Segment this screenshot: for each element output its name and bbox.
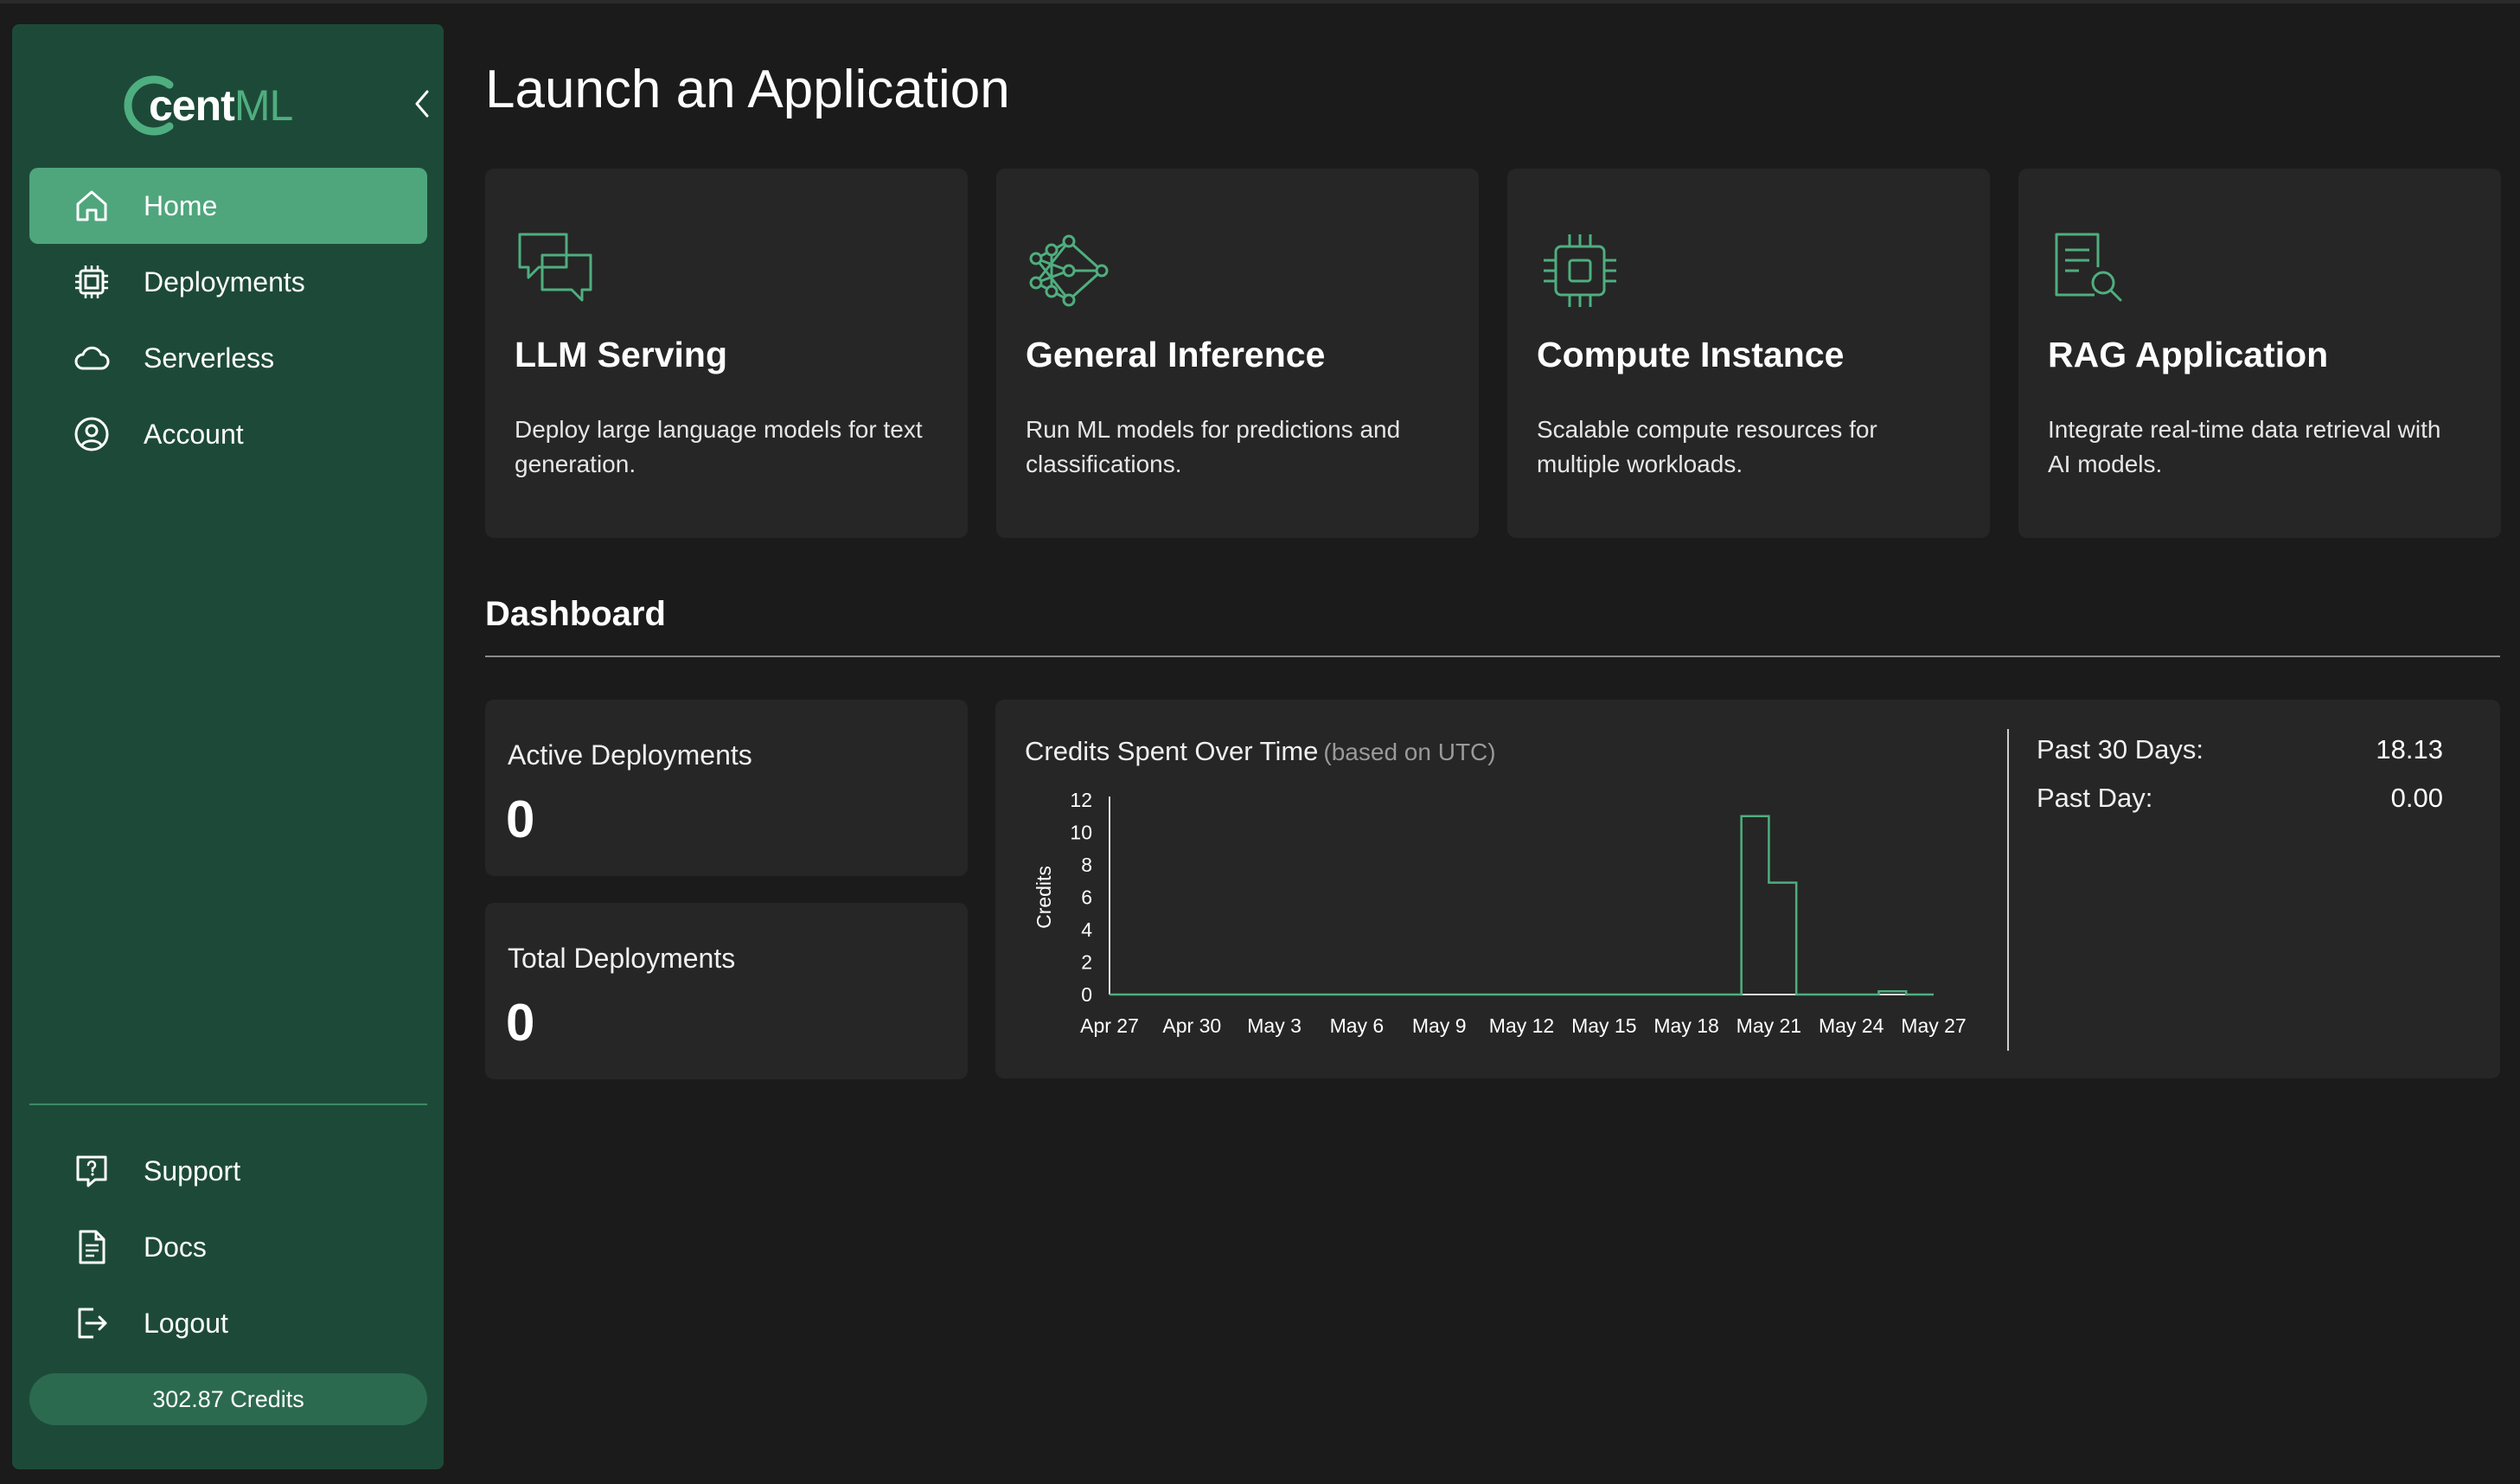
stat-label: Total Deployments	[508, 943, 736, 974]
chip-icon	[73, 263, 111, 301]
nav-label-home: Home	[144, 189, 218, 221]
x-tick-label: May 6	[1330, 1014, 1385, 1037]
page-title: Launch an Application	[485, 60, 1010, 119]
cloud-icon	[73, 339, 111, 377]
summary-value: 18.13	[2376, 734, 2443, 764]
chevron-left-icon	[415, 90, 429, 118]
x-tick-label: May 12	[1489, 1014, 1554, 1037]
card-title: RAG Application	[2048, 335, 2329, 374]
summary-label: Past 30 Days:	[2037, 734, 2203, 764]
document-search-icon	[2055, 233, 2122, 302]
nav-item-account[interactable]: Account	[29, 396, 427, 472]
credits-chart[interactable]: 0 2 4 6 8 10 12 Apr 27 Apr 30 May 3 May 6 May 9 May …	[995, 700, 2007, 1078]
y-tick-label: 8	[1081, 854, 1092, 876]
window-top-border	[0, 0, 2520, 3]
x-tick-label: May 18	[1653, 1014, 1718, 1037]
card-general-inference[interactable]: General Inference Run ML models for pred…	[996, 169, 1479, 538]
neural-network-icon	[1029, 234, 1109, 307]
application-cards: LLM Serving Deploy large language models…	[485, 169, 2501, 538]
nav-label-logout: Logout	[144, 1307, 228, 1339]
nav-item-serverless[interactable]: Serverless	[29, 320, 427, 396]
nav-label-serverless: Serverless	[144, 342, 275, 374]
nav-item-deployments[interactable]: Deployments	[29, 244, 427, 320]
x-tick-label: May 9	[1412, 1014, 1467, 1037]
chat-bubbles-icon	[518, 233, 592, 302]
x-tick-label: Apr 30	[1162, 1014, 1221, 1037]
nav-item-logout[interactable]: Logout	[29, 1285, 427, 1361]
total-deployments-card: Total Deployments 0	[485, 903, 968, 1079]
x-tick-label: May 3	[1247, 1014, 1302, 1037]
y-tick-label: 12	[1070, 789, 1092, 811]
centml-logo[interactable]: centML	[118, 62, 293, 149]
y-tick-label: 10	[1070, 822, 1092, 844]
user-circle-icon	[73, 415, 111, 453]
active-deployments-card: Active Deployments 0	[485, 700, 968, 876]
nav-label-support: Support	[144, 1155, 241, 1187]
summary-label: Past Day:	[2037, 783, 2153, 813]
stat-value: 0	[506, 790, 535, 848]
card-description: Deploy large language models for text ge…	[515, 416, 923, 477]
y-axis-label: Credits	[1033, 866, 1055, 929]
card-description: Scalable compute resources for multiple …	[1537, 416, 1877, 477]
card-description: Run ML models for predictions and classi…	[1026, 416, 1401, 477]
card-rag-application[interactable]: RAG Application Integrate real-time data…	[2018, 169, 2501, 538]
y-tick-label: 2	[1081, 951, 1092, 974]
x-tick-label: May 24	[1819, 1014, 1884, 1037]
card-title: General Inference	[1026, 335, 1326, 374]
dashboard-title: Dashboard	[485, 595, 666, 633]
primary-nav: Home Deployments Serverless Account	[29, 168, 427, 472]
summary-past-30-days: Past 30 Days: 18.13	[2037, 734, 2443, 765]
nav-label-docs: Docs	[144, 1231, 207, 1263]
x-tick-label: Apr 27	[1080, 1014, 1139, 1037]
nav-item-docs[interactable]: Docs	[29, 1209, 427, 1285]
credits-chart-card: Credits Spent Over Time (based on UTC) 02…	[995, 700, 2500, 1078]
x-tick-label: May 21	[1736, 1014, 1801, 1037]
x-tick-label: May 27	[1901, 1014, 1966, 1037]
logo-text-ml: ML	[233, 81, 293, 130]
stat-value: 0	[506, 994, 535, 1052]
y-tick-label: 6	[1081, 886, 1092, 909]
nav-item-support[interactable]: Support	[29, 1133, 427, 1209]
collapse-sidebar-button[interactable]	[405, 80, 439, 128]
chart-summary-separator	[2007, 729, 2009, 1051]
nav-label-deployments: Deployments	[144, 265, 305, 297]
card-title: Compute Instance	[1537, 335, 1845, 374]
nav-item-home[interactable]: Home	[29, 168, 427, 244]
logo-c-icon	[124, 75, 174, 136]
dashboard-divider	[485, 656, 2500, 657]
summary-past-day: Past Day: 0.00	[2037, 783, 2443, 814]
card-description: Integrate real-time data retrieval with …	[2048, 416, 2441, 477]
cpu-icon	[1544, 234, 1616, 307]
help-chat-icon	[73, 1152, 111, 1190]
stat-label: Active Deployments	[508, 739, 752, 771]
x-tick-label: May 15	[1571, 1014, 1636, 1037]
sidebar: centML Home Deployments Serverless Accou…	[12, 24, 444, 1469]
home-icon	[73, 187, 111, 225]
credits-balance-pill[interactable]: 302.87 Credits	[29, 1373, 427, 1425]
card-compute-instance[interactable]: Compute Instance Scalable compute resour…	[1507, 169, 1990, 538]
nav-label-account: Account	[144, 418, 244, 450]
card-llm-serving[interactable]: LLM Serving Deploy large language models…	[485, 169, 968, 538]
y-tick-label: 4	[1081, 918, 1092, 941]
logout-icon	[73, 1304, 111, 1342]
card-title: LLM Serving	[515, 335, 728, 374]
summary-value: 0.00	[2390, 783, 2443, 813]
secondary-nav: Support Docs Logout	[29, 1133, 427, 1361]
document-icon	[73, 1228, 111, 1266]
credits-series-line	[1110, 815, 1934, 996]
y-tick-label: 0	[1081, 983, 1092, 1006]
sidebar-divider	[29, 1103, 427, 1105]
